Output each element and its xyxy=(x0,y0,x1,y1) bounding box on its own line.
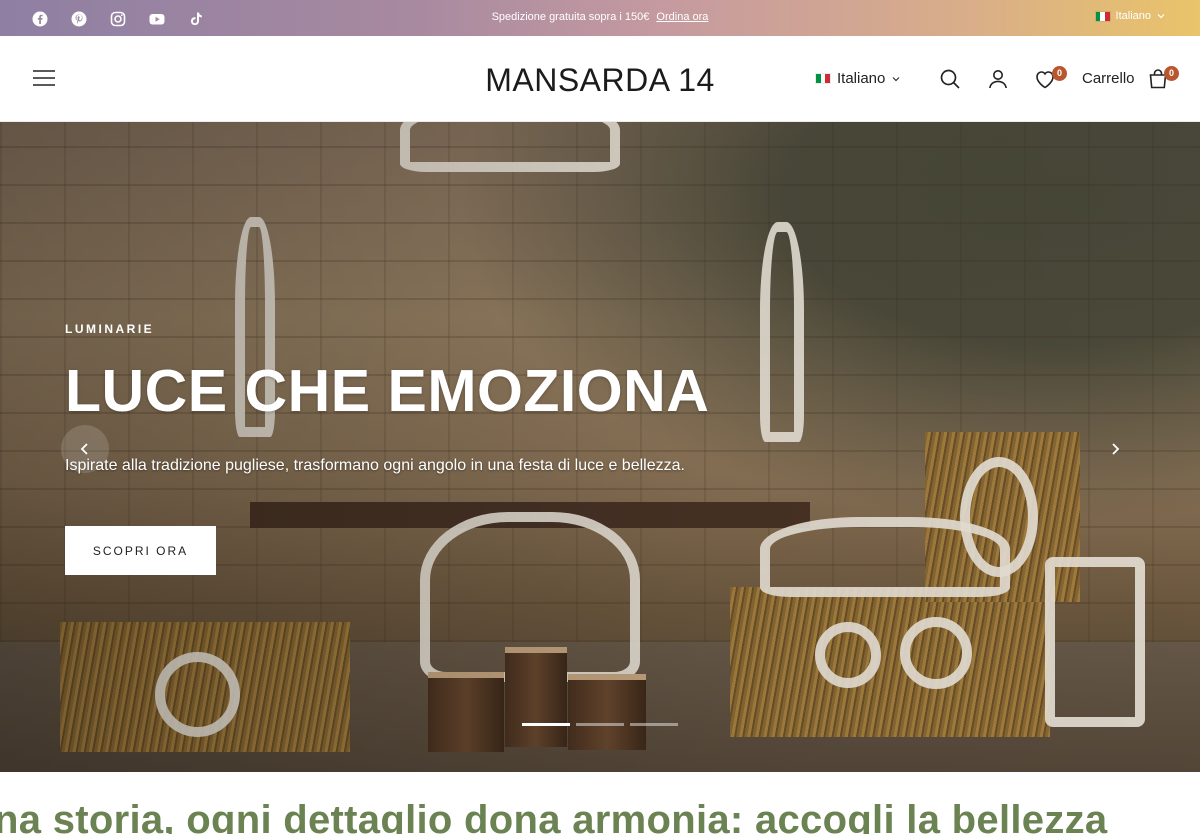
slide-prev-button[interactable] xyxy=(61,425,109,473)
brand-logo[interactable]: MANSARDA 14 xyxy=(485,62,715,98)
chevron-down-icon xyxy=(892,76,900,81)
search-icon[interactable] xyxy=(938,67,962,91)
announcement-bar: Spedizione gratuita sopra i 150€ Ordina … xyxy=(0,0,1200,36)
hero-headline: LUCE CHE EMOZIONA xyxy=(65,358,710,424)
hero-subtitle: Ispirate alla tradizione pugliese, trasf… xyxy=(65,457,685,474)
promo-text: Spedizione gratuita sopra i 150€ xyxy=(491,11,650,23)
slide-dot-1[interactable] xyxy=(522,723,570,726)
slide-pagination xyxy=(522,723,678,726)
slide-dot-2[interactable] xyxy=(576,723,624,726)
slide-dot-3[interactable] xyxy=(630,723,678,726)
chevron-right-icon xyxy=(1112,443,1120,455)
order-now-link[interactable]: Ordina ora xyxy=(656,11,708,23)
scrolling-text: na storia, ogni dettaglio dona armonia: … xyxy=(0,798,1108,834)
discover-now-button[interactable]: SCOPRI ORA xyxy=(65,526,216,575)
header-language-label: Italiano xyxy=(837,70,886,87)
shipping-promo: Spedizione gratuita sopra i 150€ Ordina … xyxy=(0,11,1200,23)
account-icon[interactable] xyxy=(986,67,1010,91)
cart-label[interactable]: Carrello xyxy=(1082,70,1135,87)
scrolling-text-band: na storia, ogni dettaglio dona armonia: … xyxy=(0,772,1200,834)
chevron-left-icon xyxy=(80,443,88,455)
topbar-language-label: Italiano xyxy=(1115,10,1151,22)
slide-next-button[interactable] xyxy=(1091,425,1139,473)
chevron-down-icon xyxy=(1157,14,1165,19)
wishlist-count-badge: 0 xyxy=(1052,66,1067,81)
brand-logo-wrap: MANSARDA 14 xyxy=(0,62,1200,99)
header-language-selector[interactable]: Italiano xyxy=(815,70,901,87)
hero-slideshow: LUMINARIE LUCE CHE EMOZIONA Ispirate all… xyxy=(0,122,1200,772)
hero-content: LUMINARIE LUCE CHE EMOZIONA Ispirate all… xyxy=(65,122,865,772)
topbar-language-selector[interactable]: Italiano xyxy=(1094,10,1166,22)
hero-eyebrow: LUMINARIE xyxy=(65,322,155,336)
site-header: MANSARDA 14 Italiano 0 Carrello 0 xyxy=(0,36,1200,122)
italy-flag-icon xyxy=(815,73,831,84)
cart-count-badge: 0 xyxy=(1164,66,1179,81)
italy-flag-icon xyxy=(1094,10,1111,22)
hamburger-menu-icon[interactable] xyxy=(32,68,56,88)
